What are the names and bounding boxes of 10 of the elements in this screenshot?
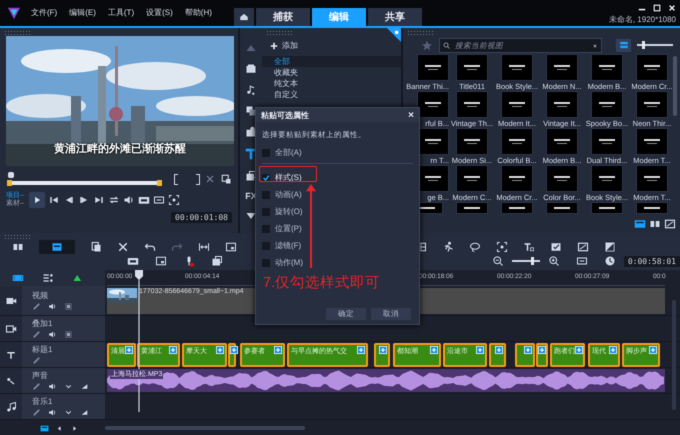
duration-field: 0:00:58:01 bbox=[624, 256, 680, 266]
track-name: 标题1 bbox=[32, 344, 52, 355]
preview-caption: 黄浦江畔的外滩已渐渐苏醒 bbox=[53, 142, 187, 156]
track-name: 叠加1 bbox=[32, 318, 54, 329]
annotation-text: 7.仅勾选样式即可 bbox=[263, 274, 382, 292]
dialog-title: 粘贴可选属性 bbox=[261, 110, 309, 120]
project-info: 未命名, 1920*1080 bbox=[608, 14, 676, 25]
track-name: 视频 bbox=[32, 290, 49, 301]
track-name: 声音 bbox=[32, 370, 49, 381]
track-name: 音乐1 bbox=[32, 396, 54, 407]
